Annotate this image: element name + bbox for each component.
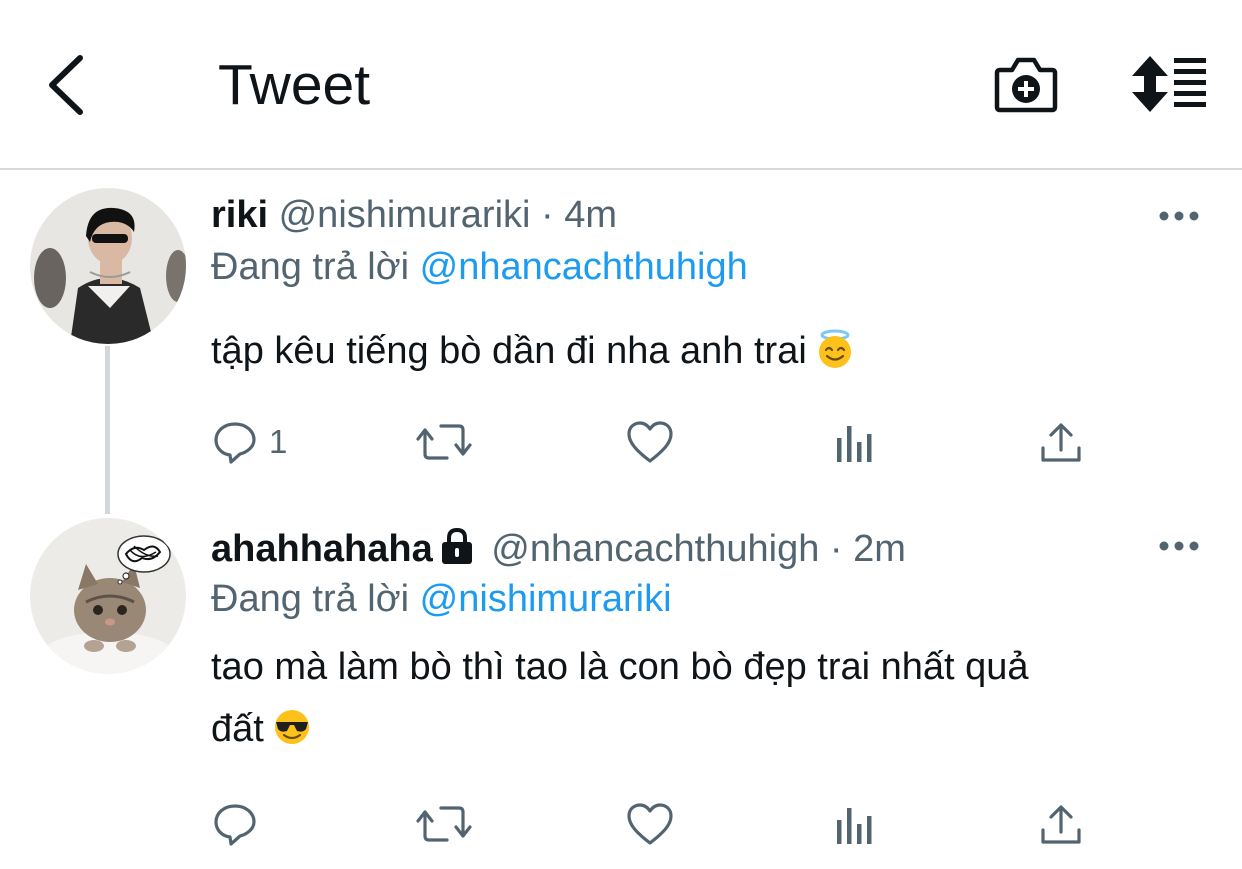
- tweet-text-content: đất: [211, 708, 264, 750]
- more-icon: [1159, 541, 1199, 551]
- profile-photo: [30, 188, 186, 344]
- mention-link[interactable]: @nishimurariki: [420, 578, 672, 620]
- analytics-icon: [837, 808, 872, 844]
- analytics-icon: [837, 426, 872, 462]
- tweet-actions: [211, 794, 1111, 854]
- reply-button[interactable]: 1: [211, 412, 287, 472]
- timestamp: 2m: [853, 528, 906, 570]
- user-handle[interactable]: @nhancachthuhigh: [491, 528, 819, 570]
- analytics-button[interactable]: [833, 794, 877, 854]
- more-icon: [1159, 211, 1199, 221]
- tweet-text-line: đất: [211, 698, 1191, 766]
- separator-dot: ·: [829, 528, 843, 570]
- display-name[interactable]: riki: [211, 194, 268, 236]
- more-options-button[interactable]: [1158, 206, 1202, 226]
- retweet-icon: [416, 806, 472, 842]
- chevron-left-icon: [49, 55, 83, 115]
- avatar[interactable]: [30, 518, 186, 674]
- display-name[interactable]: ahahhahaha: [211, 528, 433, 570]
- replying-to: Đang trả lời @nhancachthuhigh: [211, 244, 748, 290]
- share-button[interactable]: [1039, 412, 1083, 472]
- tweet-header: riki @nishimurariki · 4m: [211, 192, 617, 238]
- smiling-face-with-halo-icon: [815, 326, 855, 388]
- page-title: Tweet: [218, 53, 371, 117]
- analytics-button[interactable]: [833, 412, 877, 472]
- share-button[interactable]: [1039, 794, 1083, 854]
- more-options-button[interactable]: [1158, 536, 1202, 556]
- avatar[interactable]: [30, 188, 186, 344]
- separator-dot: ·: [541, 194, 554, 236]
- timestamp: 4m: [564, 194, 618, 236]
- replying-prefix: Đang trả lời: [211, 246, 410, 288]
- retweet-button[interactable]: [415, 412, 473, 472]
- tweet-header: ahahhahaha @nhancachthuhigh · 2m: [211, 526, 906, 576]
- share-icon: [1041, 423, 1081, 462]
- tweet-text: tao mà làm bò thì tao là con bò đẹp trai…: [211, 636, 1191, 766]
- user-handle[interactable]: @nishimurariki: [279, 194, 531, 236]
- tweet-actions: 1: [211, 412, 1111, 472]
- reply-button[interactable]: [211, 794, 269, 854]
- replying-to: Đang trả lời @nishimurariki: [211, 576, 672, 622]
- tweet-text-content: tập kêu tiếng bò dần đi nha anh trai: [211, 330, 807, 372]
- retweet-button[interactable]: [415, 794, 473, 854]
- share-icon: [1041, 805, 1081, 844]
- tweet-text-line: tao mà làm bò thì tao là con bò đẹp trai…: [211, 646, 1029, 688]
- top-bar: Tweet: [0, 0, 1242, 170]
- camera-button[interactable]: [994, 54, 1058, 114]
- sort-replies-button[interactable]: [1130, 54, 1210, 114]
- mention-link[interactable]: @nhancachthuhigh: [420, 246, 748, 288]
- sort-replies-icon: [1132, 56, 1206, 112]
- retweet-icon: [416, 424, 472, 460]
- thread-connector-line: [105, 346, 110, 514]
- back-button[interactable]: [40, 52, 90, 118]
- camera-plus-icon: [994, 57, 1058, 113]
- tweet-text: tập kêu tiếng bò dần đi nha anh trai: [211, 320, 1191, 388]
- smiling-face-with-sunglasses-icon: [272, 704, 312, 766]
- replying-prefix: Đang trả lời: [211, 578, 410, 620]
- profile-photo: [30, 518, 186, 674]
- heart-icon: [627, 421, 673, 463]
- like-button[interactable]: [625, 794, 675, 854]
- like-button[interactable]: [625, 412, 675, 472]
- heart-icon: [627, 803, 673, 845]
- lock-icon: [439, 527, 475, 576]
- reply-count: 1: [269, 423, 288, 460]
- reply-icon: [214, 422, 256, 464]
- reply-icon: [214, 804, 256, 846]
